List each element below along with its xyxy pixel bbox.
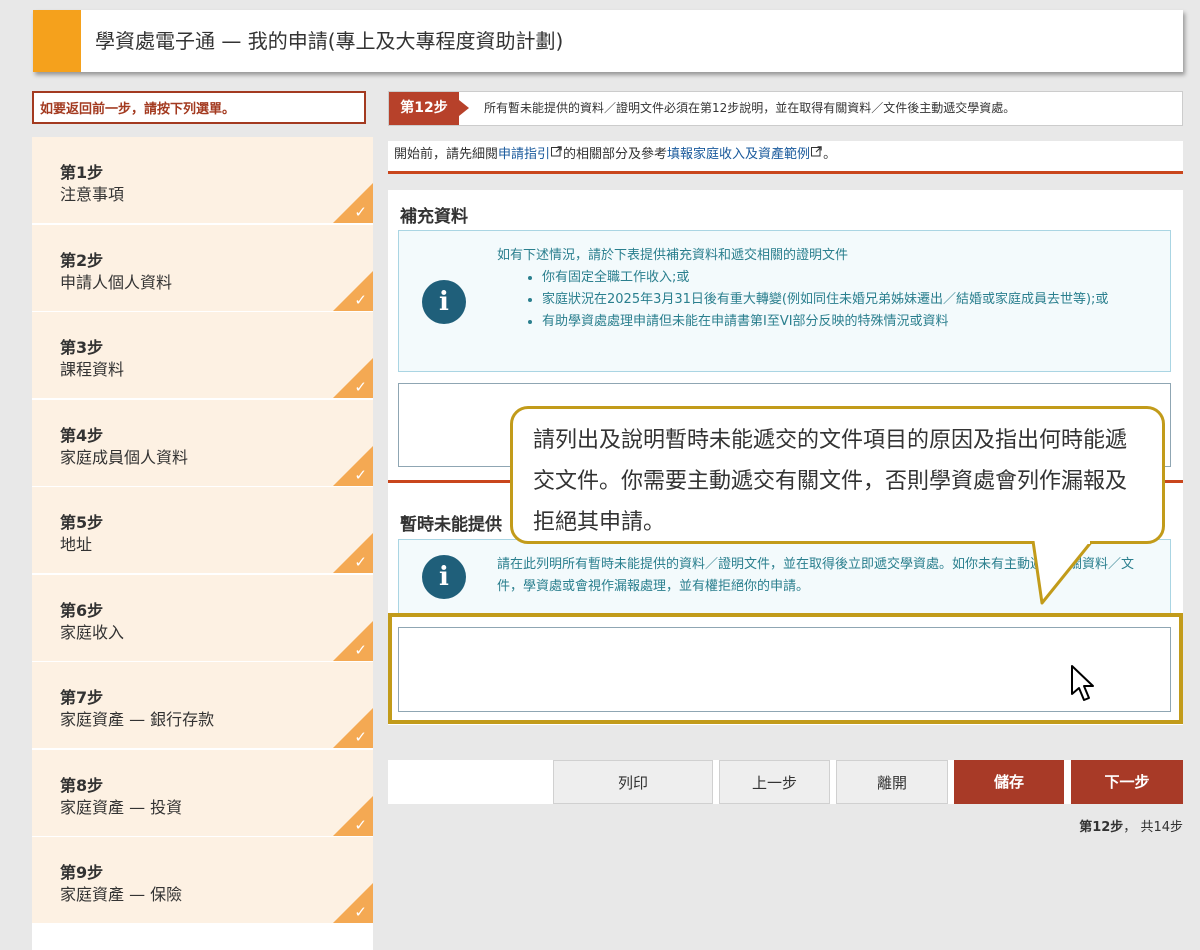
header-accent-bar bbox=[33, 10, 81, 72]
print-button[interactable]: 列印 bbox=[553, 760, 713, 804]
step-item-5[interactable]: 第5步 地址 ✓ bbox=[32, 487, 373, 573]
step-item-8[interactable]: 第8步 家庭資產 — 投資 ✓ bbox=[32, 749, 373, 836]
textarea-highlight bbox=[388, 613, 1183, 724]
callout-tail bbox=[1031, 541, 1094, 605]
intro-suffix: 。 bbox=[823, 147, 837, 162]
step-number: 第2步 bbox=[60, 250, 104, 270]
supplementary-info-text: 如有下述情況，請於下表提供補充資料和遞交相關的證明文件 你有固定全職工作收入;或… bbox=[497, 245, 1157, 333]
page-title: 學資處電子通 — 我的申請(專上及大專程度資助計劃) bbox=[95, 29, 564, 53]
info-bullet: 家庭狀況在2025年3月31日後有重大轉變(例如同住未婚兄弟姊妹遷出／結婚或家庭… bbox=[542, 289, 1157, 311]
external-link-icon bbox=[551, 146, 562, 157]
current-step-note: 所有暫未能提供的資料／證明文件必須在第12步說明，並在取得有關資料／文件後主動遞… bbox=[484, 101, 1016, 115]
pending-documents-title: 暫時未能提供 bbox=[400, 515, 502, 535]
step-name: 課程資料 bbox=[60, 360, 125, 379]
step-item-7[interactable]: 第7步 家庭資產 — 銀行存款 ✓ bbox=[32, 662, 373, 748]
previous-step-button[interactable]: 上一步 bbox=[719, 760, 830, 804]
step-tag-arrow bbox=[459, 100, 469, 116]
step-name: 注意事項 bbox=[60, 185, 125, 204]
guide-link[interactable]: 申請指引 bbox=[498, 147, 550, 162]
step-item-9[interactable]: 第9步 家庭資產 — 保險 ✓ bbox=[32, 837, 373, 923]
step-item-3[interactable]: 第3步 課程資料 ✓ bbox=[32, 312, 373, 398]
mouse-cursor-icon bbox=[1071, 665, 1094, 701]
step-number: 第7步 bbox=[60, 688, 104, 707]
completed-corner bbox=[333, 883, 373, 923]
supplementary-info-box: i 如有下述情況，請於下表提供補充資料和遞交相關的證明文件 你有固定全職工作收入… bbox=[398, 230, 1171, 372]
completed-corner bbox=[333, 358, 373, 398]
step-name: 家庭資產 — 銀行存款 bbox=[60, 710, 215, 729]
info-bullet: 你有固定全職工作收入;或 bbox=[542, 267, 1157, 289]
step-progress: 第12步， 共14步 bbox=[1000, 816, 1183, 835]
info-bullets: 你有固定全職工作收入;或 家庭狀況在2025年3月31日後有重大轉變(例如同住未… bbox=[497, 267, 1157, 333]
info-bullet: 有助學資處處理申請但未能在申請書第I至VI部分反映的特殊情況或資料 bbox=[542, 311, 1157, 333]
action-bar: 列印 上一步 離開 儲存 下一步 bbox=[388, 760, 1183, 804]
step-name: 家庭成員個人資料 bbox=[60, 447, 189, 467]
checkmark-icon: ✓ bbox=[354, 815, 367, 834]
leave-button[interactable]: 離開 bbox=[836, 760, 948, 804]
step-number: 第8步 bbox=[60, 775, 104, 795]
checkmark-icon: ✓ bbox=[354, 290, 367, 309]
step-item-6[interactable]: 第6步 家庭收入 ✓ bbox=[32, 574, 373, 661]
step-number: 第1步 bbox=[60, 163, 104, 182]
step-number: 第5步 bbox=[60, 513, 104, 532]
pager-total: 共14步 bbox=[1140, 820, 1183, 835]
page-header: 學資處電子通 — 我的申請(專上及大專程度資助計劃) bbox=[33, 10, 1183, 72]
pager-separator: ， bbox=[1123, 820, 1137, 835]
current-step-tag: 第12步 bbox=[389, 92, 459, 125]
step-item-4[interactable]: 第4步 家庭成員個人資料 ✓ bbox=[32, 399, 373, 486]
checkmark-icon: ✓ bbox=[354, 378, 367, 396]
step-item-1[interactable]: 第1步 注意事項 ✓ bbox=[32, 137, 373, 223]
step-number: 第9步 bbox=[60, 863, 104, 882]
intro-line: 開始前，請先細閱申請指引 的相關部分及參考填報家庭收入及資產範例。 bbox=[388, 141, 1183, 174]
checkmark-icon: ✓ bbox=[354, 640, 367, 659]
intro-prefix: 開始前，請先細閱 bbox=[394, 147, 499, 162]
checkmark-icon: ✓ bbox=[354, 203, 367, 221]
info-lead: 如有下述情況，請於下表提供補充資料和遞交相關的證明文件 bbox=[497, 248, 849, 263]
step-number: 第4步 bbox=[60, 425, 104, 445]
info-icon: i bbox=[422, 280, 466, 324]
step-name: 家庭資產 — 保險 bbox=[60, 885, 183, 904]
completed-corner bbox=[333, 620, 373, 661]
current-step-bar: 第12步 所有暫未能提供的資料／證明文件必須在第12步說明，並在取得有關資料／文… bbox=[388, 91, 1183, 126]
step-name: 地址 bbox=[60, 535, 93, 554]
step-number: 第6步 bbox=[60, 600, 104, 620]
checkmark-icon: ✓ bbox=[354, 553, 367, 571]
completed-corner bbox=[333, 183, 373, 223]
step-name: 申請人個人資料 bbox=[60, 272, 173, 292]
save-button[interactable]: 儲存 bbox=[954, 760, 1064, 804]
step-number: 第3步 bbox=[60, 338, 104, 357]
completed-corner bbox=[333, 270, 373, 311]
checkmark-icon: ✓ bbox=[354, 903, 367, 921]
completed-corner bbox=[333, 795, 373, 836]
completed-corner bbox=[333, 708, 373, 748]
step-name: 家庭收入 bbox=[60, 622, 125, 642]
step-item-2[interactable]: 第2步 申請人個人資料 ✓ bbox=[32, 224, 373, 311]
external-link-icon bbox=[811, 146, 822, 157]
step-name: 家庭資產 — 投資 bbox=[60, 797, 183, 817]
intro-middle: 的相關部分及參考 bbox=[563, 147, 668, 162]
completed-corner bbox=[333, 445, 373, 486]
next-step-button[interactable]: 下一步 bbox=[1071, 760, 1183, 804]
pager-current: 第12步 bbox=[1079, 820, 1124, 835]
checkmark-icon: ✓ bbox=[354, 465, 367, 484]
back-hint: 如要返回前一步，請按下列選單。 bbox=[32, 91, 366, 124]
step-navigation: 第1步 注意事項 ✓ 第2步 申請人個人資料 ✓ 第3步 課程資料 ✓ 第4步 … bbox=[32, 137, 373, 950]
info-icon: i bbox=[422, 555, 466, 599]
checkmark-icon: ✓ bbox=[354, 728, 367, 746]
callout-bubble: 請列出及說明暫時未能遞交的文件項目的原因及指出何時能遞交文件。你需要主動遞交有關… bbox=[510, 406, 1165, 544]
completed-corner bbox=[333, 533, 373, 573]
supplementary-title: 補充資料 bbox=[400, 207, 468, 227]
example-link[interactable]: 填報家庭收入及資產範例 bbox=[667, 147, 810, 162]
